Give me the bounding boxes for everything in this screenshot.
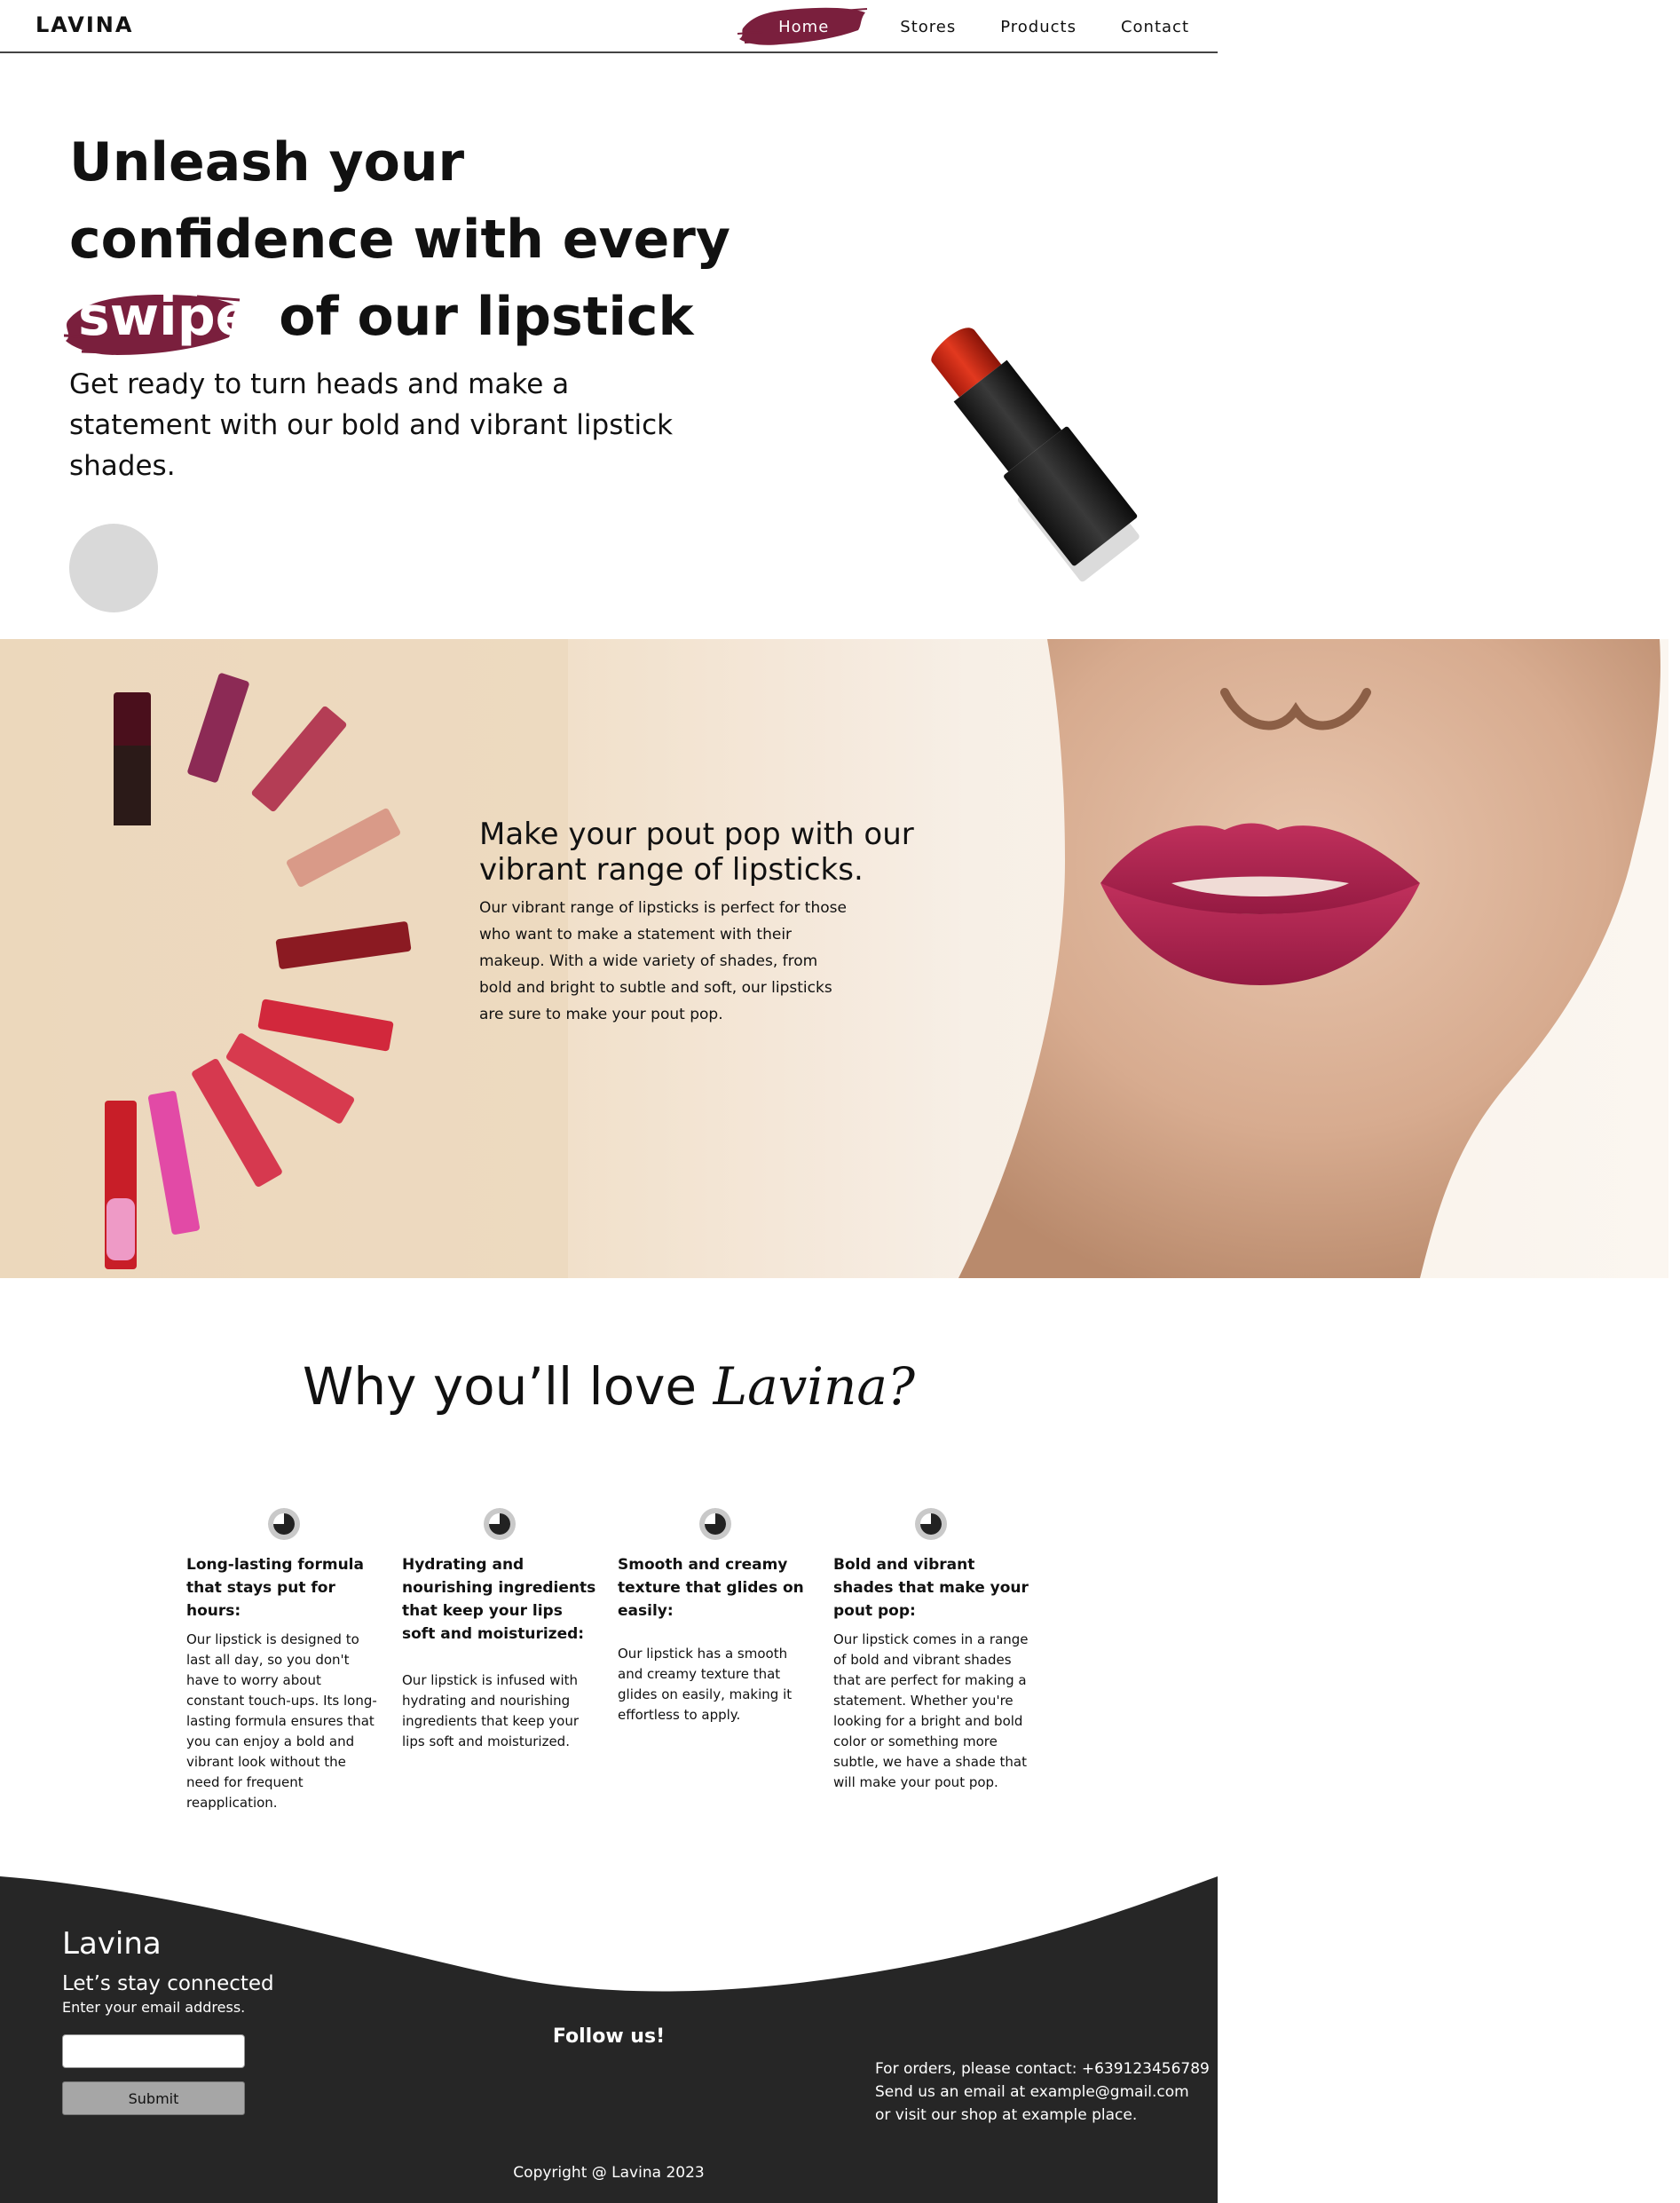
clock-icon [268,1508,300,1540]
nav-stores-link[interactable]: Stores [900,18,956,36]
model-lips-image [958,639,1660,1278]
email-field[interactable] [62,2034,245,2068]
feature-title: Hydrating and nourishing ingredients tha… [402,1556,596,1643]
footer-follow-heading: Follow us! [552,2025,666,2048]
nav-home-link[interactable]: Home [737,7,868,45]
lipstick-fan-image [105,673,412,1269]
nav-products-link[interactable]: Products [1000,18,1077,36]
promo-text: Our vibrant range of lipsticks is perfec… [479,899,847,1023]
nav-links: Home Stores Products Contact [737,0,1189,53]
feature-text: Our lipstick is designed to last all day… [186,1631,377,1811]
feature-card: Bold and vibrant shades that make your p… [833,1507,1029,1793]
clock-icon [484,1508,516,1540]
footer-copyright: Copyright @ Lavina 2023 [513,2164,705,2182]
footer-email-hint: Enter your email address. [62,1999,246,2016]
feature-text: Our lipstick has a smooth and creamy tex… [618,1646,793,1723]
hero-carousel-dot[interactable] [69,524,158,612]
submit-button[interactable]: Submit [62,2081,245,2115]
feature-text: Our lipstick is infused with hydrating a… [402,1672,580,1749]
brand-logo[interactable]: LAVINA [35,12,133,37]
nav-contact-link[interactable]: Contact [1121,18,1189,36]
footer: Lavina Let’s stay connected Enter your e… [0,1873,1218,2203]
clock-icon [699,1508,731,1540]
feature-title: Long-lasting formula that stays put for … [186,1556,364,1620]
promo-banner: Make your pout pop with our vibrant rang… [0,639,1668,1278]
feature-title: Bold and vibrant shades that make your p… [833,1556,1029,1620]
hero-subtitle: Get ready to turn heads and make a state… [69,368,674,482]
feature-text: Our lipstick comes in a range of bold an… [833,1631,1029,1790]
footer-contact-info: For orders, please contact: +63912345678… [875,2060,1210,2124]
feature-card: Long-lasting formula that stays put for … [186,1507,382,1813]
brand-script: Lavina? [713,1356,916,1417]
hero-highlight-word: swipe [64,279,260,356]
hero-title: Unleash your confidence with every swipe… [64,124,779,356]
footer-connect-heading: Let’s stay connected [62,1972,274,1995]
clock-icon [915,1508,947,1540]
why-section-title: Why you’ll love Lavina? [302,1356,916,1417]
top-navbar: LAVINA Home Stores Products Contact [0,0,1218,53]
feature-card: Hydrating and nourishing ingredients tha… [402,1507,597,1752]
feature-card: Smooth and creamy texture that glides on… [618,1507,813,1725]
footer-brand: Lavina [62,1926,162,1962]
promo-title: Make your pout pop with our vibrant rang… [479,817,914,888]
hero-lipstick-image [931,328,1140,582]
feature-title: Smooth and creamy texture that glides on… [618,1556,804,1620]
